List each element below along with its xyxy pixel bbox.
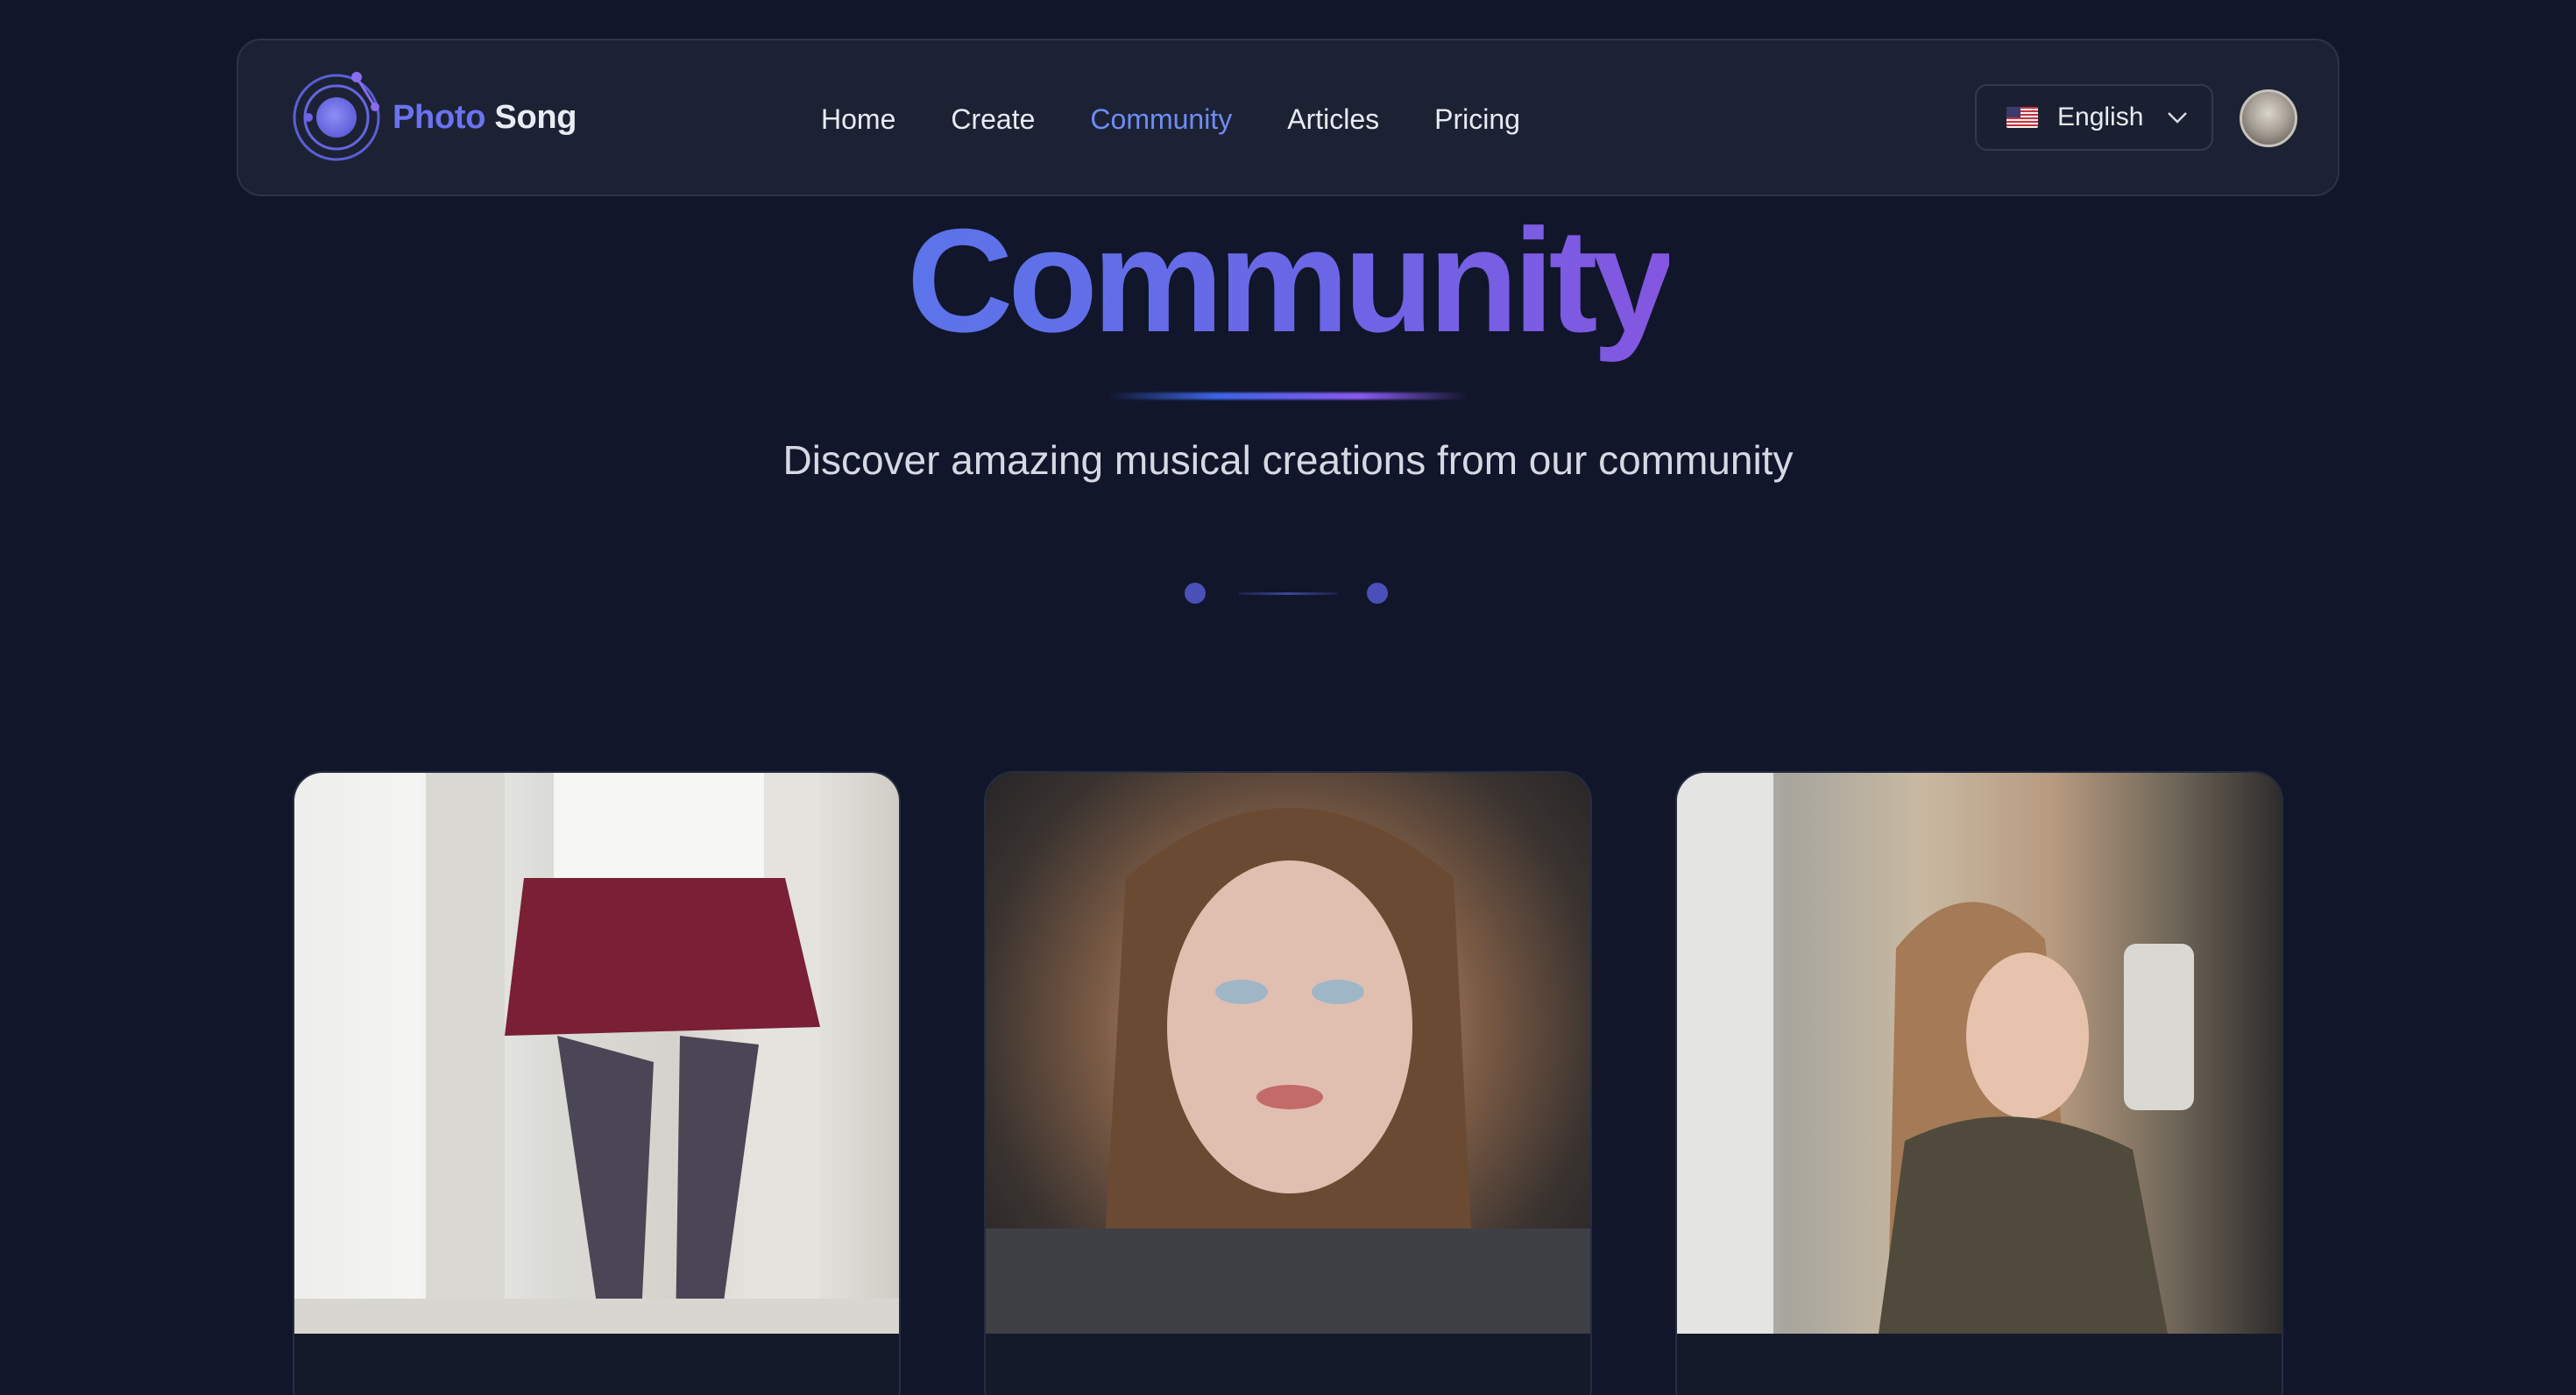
decorative-divider	[1185, 581, 1391, 605]
chevron-down-icon	[2168, 112, 2188, 124]
page: Photo Song Home Create Community Article…	[0, 0, 2576, 1395]
community-photo-3	[1677, 773, 2282, 1334]
divider-line	[1239, 592, 1337, 595]
card-footer	[294, 1334, 899, 1395]
logo[interactable]: Photo Song	[291, 68, 577, 166]
nav-link-pricing[interactable]: Pricing	[1434, 103, 1520, 136]
community-card[interactable]	[984, 771, 1592, 1395]
language-label: English	[2057, 103, 2144, 131]
community-card[interactable]	[1675, 771, 2283, 1395]
divider-dot-left	[1185, 583, 1206, 604]
title-underline	[1108, 393, 1468, 400]
nav-link-create[interactable]: Create	[951, 103, 1035, 136]
brand-name-part2: Song	[494, 98, 577, 136]
main-menu: Home Create Community Articles Pricing	[821, 40, 1575, 198]
page-subtitle: Discover amazing musical creations from …	[782, 437, 1794, 483]
orbit-logo-icon	[291, 68, 389, 166]
community-card[interactable]	[293, 771, 901, 1395]
nav-link-home[interactable]: Home	[821, 103, 895, 136]
card-footer	[986, 1334, 1590, 1395]
nav-link-articles[interactable]: Articles	[1287, 103, 1379, 136]
user-avatar[interactable]	[2240, 89, 2297, 147]
language-selector[interactable]: English	[1975, 84, 2213, 151]
community-photo-1	[294, 773, 899, 1334]
nav-link-community[interactable]: Community	[1090, 103, 1232, 136]
top-navbar: Photo Song Home Create Community Article…	[237, 39, 2339, 196]
brand-name-part1: Photo	[393, 98, 486, 136]
page-title: Community	[0, 193, 2576, 368]
card-footer	[1677, 1334, 2282, 1395]
us-flag-icon	[2006, 107, 2038, 128]
divider-dot-right	[1367, 583, 1388, 604]
brand-name: Photo Song	[393, 99, 577, 137]
community-photo-2	[986, 773, 1590, 1334]
page-title-text: Community	[907, 198, 1674, 363]
